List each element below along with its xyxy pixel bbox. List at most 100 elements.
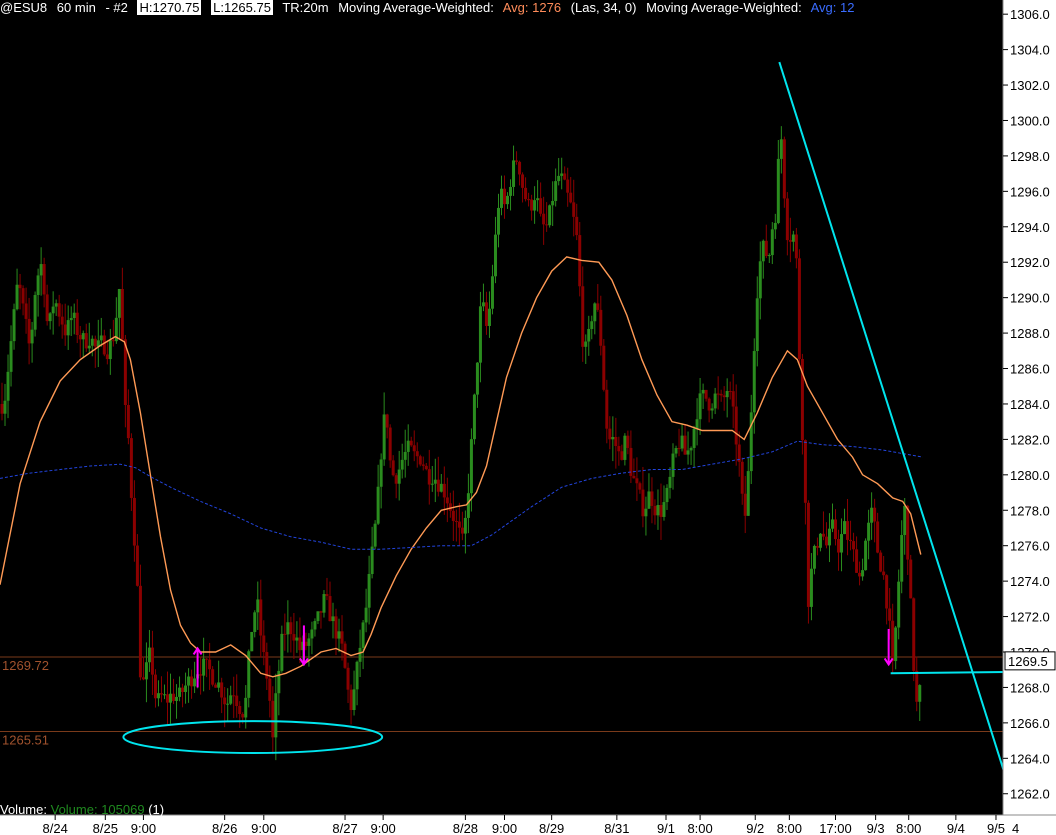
candle-body [761,240,765,262]
candle-body [376,486,380,524]
y-tick-label: 1290.0 [1010,291,1050,306]
candle-body [81,333,85,340]
candle-body [722,395,726,398]
x-tick-label: 17:00 [819,821,852,835]
candle-body [202,658,206,676]
candle-body [701,389,705,394]
candle-body [466,493,470,518]
x-tick-label: 9/2 [746,821,764,835]
candle-body [617,446,621,452]
candle-body [903,505,907,536]
candle-body [451,510,455,521]
candle-body [849,539,853,542]
candle-body [379,459,383,487]
candle-body [689,447,693,451]
candle-body [6,371,10,401]
candle-body [830,519,834,529]
candle-body [888,608,892,621]
candle-body [770,229,774,256]
volume-suffix: (1) [148,804,165,816]
candle-body [882,571,886,576]
candle-body [439,483,443,492]
candle-body [855,549,859,573]
candle-body [66,320,70,336]
candle-body [280,633,284,671]
symbol: @ESU8 [0,0,48,15]
x-tick-label: 8:00 [777,821,802,835]
ma1-label: Moving Average-Weighted: [338,0,494,15]
y-tick-label: 1266.0 [1010,716,1050,731]
candle-body [226,703,230,705]
candle-body [584,341,588,347]
candle-body [99,335,103,341]
candle-body [406,440,410,452]
candle-body [18,284,22,289]
y-tick-label: 1262.0 [1010,787,1050,802]
candle-body [105,354,109,360]
candle-body [677,448,681,450]
y-tick-label: 1284.0 [1010,397,1050,412]
candle-body [45,294,49,322]
candle-body [707,398,711,411]
candle-body [725,391,729,398]
candle-body [244,697,248,718]
candle-body [545,224,549,226]
ma2-label: Moving Average-Weighted: [646,0,802,15]
candle-body [764,240,768,257]
time-remaining: TR:20m [282,0,329,15]
y-tick-label: 1292.0 [1010,255,1050,270]
candle-body [169,693,173,703]
candle-body [551,201,555,206]
candle-body [891,620,895,662]
candle-body [716,393,720,395]
price-axis: 1262.01264.01266.01268.01270.01272.01274… [1003,7,1056,802]
candle-body [370,546,374,574]
candle-body [879,552,883,572]
y-tick-label: 1282.0 [1010,432,1050,447]
candle-body [135,545,139,586]
candle-body [852,541,856,550]
candle-body [815,545,819,548]
candle-body [39,264,43,276]
candle-body [334,616,338,639]
candle-body [72,312,76,319]
candle-body [421,464,425,466]
candle-body [409,440,413,446]
candle-body [885,575,889,609]
candle-body [361,622,365,648]
candle-body [60,316,64,325]
candle-body [93,338,97,347]
x-axis-trailing-label: 4 [1012,821,1019,835]
x-tick-label: 8:00 [896,821,921,835]
candle-body [187,676,191,686]
candle-body [274,693,278,738]
candle-body [346,667,350,690]
y-tick-label: 1278.0 [1010,503,1050,518]
candle-body [463,517,467,534]
x-tick-label: 8/31 [604,821,629,835]
candle-body [190,676,194,687]
candle-body [331,616,335,622]
candle-body [524,187,528,200]
candle-body [144,662,148,680]
candle-body [581,286,585,347]
candle-body [906,505,910,560]
candle-body [424,465,428,470]
candle-body [427,469,431,485]
candle-body [271,700,275,738]
candle-body [126,405,130,439]
candle-body [912,598,916,671]
candle-body [782,139,786,199]
candle-body [668,476,672,488]
price-chart[interactable]: 1269.72 1265.51 1262.0 1264.0 1266.0 1268.0 1… [0,0,1056,835]
candle-body [235,695,239,707]
candle-body [590,321,594,329]
candle-body [3,400,7,414]
candle-body [129,438,133,498]
candle-body [328,596,332,622]
candle-body [21,288,25,304]
candle-body [298,637,302,651]
candle-body [659,504,663,517]
candle-body [181,687,185,693]
candle-body [352,689,356,711]
